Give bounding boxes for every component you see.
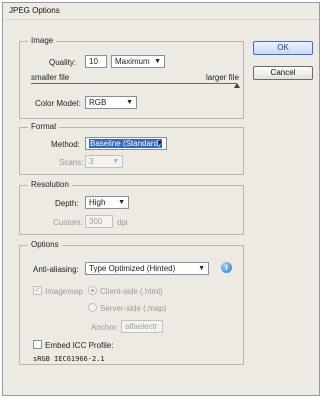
quality-input[interactable]: 10	[85, 55, 107, 68]
quality-preset-value: Maximum	[115, 57, 150, 66]
depth-select[interactable]: High ▼	[85, 196, 129, 209]
client-side-radio[interactable]	[88, 286, 97, 295]
larger-file-label: larger file	[206, 73, 239, 82]
resolution-group-legend: Resolution	[28, 180, 72, 189]
antialiasing-value: Type Optimized (Hinted)	[89, 264, 176, 273]
quality-slider-track[interactable]	[31, 83, 237, 84]
custom-label: Custom:	[53, 218, 83, 227]
cancel-button[interactable]: Cancel	[253, 66, 313, 80]
anchor-input[interactable]: alfaelectr	[121, 320, 163, 333]
scans-label: Scans:	[59, 158, 84, 167]
scans-value: 3	[89, 157, 94, 166]
anchor-label: Anchor:	[91, 323, 119, 332]
antialiasing-label: Anti-aliasing:	[33, 265, 79, 274]
quality-label: Quality:	[49, 58, 77, 67]
method-label: Method:	[51, 140, 80, 149]
depth-value: High	[89, 198, 106, 207]
format-group: Format	[19, 122, 244, 175]
icc-profile-name: sRGB IEC61966-2.1	[33, 355, 105, 363]
quality-slider-thumb[interactable]	[234, 83, 240, 88]
scans-select[interactable]: 3 ▼	[85, 155, 123, 168]
imagemap-checkbox[interactable]: ✓	[33, 286, 42, 295]
jpeg-options-dialog: JPEG Options OK Cancel Image Quality: 10…	[2, 2, 320, 396]
method-value: Baseline (Standard)	[89, 139, 162, 148]
imagemap-label: Imagemap	[45, 287, 83, 296]
smaller-file-label: smaller file	[31, 73, 70, 82]
format-group-legend: Format	[28, 122, 60, 131]
color-model-label: Color Model:	[35, 99, 81, 108]
chevron-down-icon: ▼	[126, 99, 133, 106]
depth-label: Depth:	[55, 199, 79, 208]
dpi-unit-label: dpi	[117, 218, 128, 227]
quality-preset-select[interactable]: Maximum ▼	[111, 55, 165, 68]
ok-button[interactable]: OK	[253, 41, 313, 55]
chevron-down-icon: ▼	[154, 58, 161, 65]
options-group-legend: Options	[28, 240, 62, 249]
window-title: JPEG Options	[9, 6, 60, 15]
embed-icc-label: Embed ICC Profile:	[45, 341, 114, 350]
title-bar: JPEG Options	[3, 3, 319, 20]
server-side-radio[interactable]	[88, 303, 97, 312]
client-side-label: Client-side (.html)	[100, 287, 163, 296]
image-group-legend: Image	[28, 36, 57, 45]
color-model-select[interactable]: RGB ▼	[85, 96, 137, 109]
color-model-value: RGB	[89, 98, 107, 107]
chevron-down-icon: ▼	[156, 140, 163, 147]
resolution-group: Resolution	[19, 180, 244, 235]
antialiasing-select[interactable]: Type Optimized (Hinted) ▼	[85, 262, 209, 275]
method-select[interactable]: Baseline (Standard) ▼	[85, 137, 167, 150]
custom-dpi-input[interactable]: 300	[85, 215, 113, 228]
chevron-down-icon: ▼	[112, 158, 119, 165]
info-icon[interactable]: i	[221, 262, 232, 273]
embed-icc-checkbox[interactable]	[33, 340, 42, 349]
chevron-down-icon: ▼	[198, 265, 205, 272]
server-side-label: Server-side (.map)	[100, 304, 167, 313]
chevron-down-icon: ▼	[118, 199, 125, 206]
